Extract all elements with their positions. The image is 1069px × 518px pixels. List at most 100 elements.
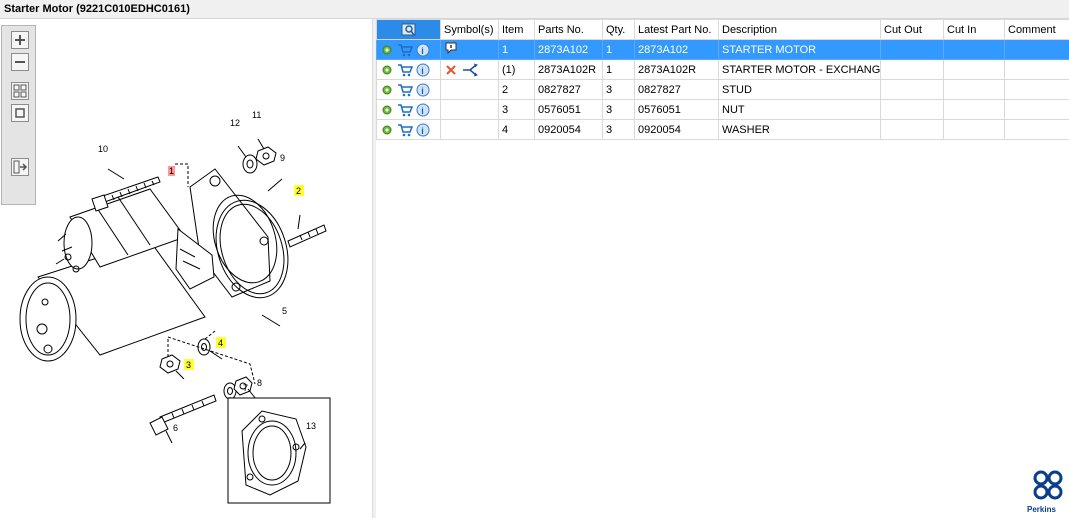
bolt-6 [159,394,217,424]
cell-description: STARTER MOTOR [718,39,881,60]
actual-size-icon [15,108,25,118]
cell-comment [1004,99,1069,120]
cell-item: 3 [498,99,535,120]
brand-name: Perkins [1027,505,1056,514]
cell-cut-out [880,79,944,100]
parts-table: Symbol(s) Item Parts No. Qty. Latest Par… [376,19,1069,140]
zoom-in-button[interactable] [11,31,29,49]
export-icon [13,160,28,174]
cell-cut-in [943,99,1005,120]
table-row[interactable]: i (1) 2873A102R 1 2873A102R STARTER MOTO… [376,59,1069,80]
cell-item: (1) [498,59,535,80]
washer-4 [197,338,211,356]
cell-parts-no: 0827827 [534,79,603,100]
info-icon[interactable]: i [416,103,430,117]
cell-parts-no: 0920054 [534,119,603,140]
header-symbols[interactable]: Symbol(s) [440,19,499,40]
table-row[interactable]: i 1 2873A102 1 2873A102 STARTER MOTOR [376,39,1069,60]
callout-5: 5 [282,306,287,316]
cart-icon[interactable] [397,83,413,97]
exchange-arrow-icon[interactable] [462,63,480,77]
callout-6: 6 [173,423,178,433]
cell-description: WASHER [718,119,881,140]
table-row[interactable]: i 4 0920054 3 0920054 WASHER [376,119,1069,140]
cell-cut-out [880,119,944,140]
cell-description: NUT [718,99,881,120]
stud-2 [287,224,327,248]
cell-cut-out [880,59,944,80]
callout-3: 3 [186,360,191,370]
cell-qty: 3 [602,99,635,120]
cell-latest-part-no: 2873A102R [634,59,719,80]
cart-icon[interactable] [397,123,413,137]
nut-3 [159,354,181,374]
cell-latest-part-no: 0827827 [634,79,719,100]
cell-qty: 3 [602,119,635,140]
cell-comment [1004,59,1069,80]
cross-icon[interactable] [444,63,458,77]
info-icon[interactable]: i [416,43,430,57]
cell-description: STUD [718,79,881,100]
cell-cut-out [880,99,944,120]
callout-4: 4 [218,338,223,348]
cell-cut-in [943,59,1005,80]
cell-cut-out [880,39,944,60]
callout-10: 10 [98,144,108,154]
cell-comment [1004,39,1069,60]
gear-icon[interactable] [380,63,394,77]
cell-item: 1 [498,39,535,60]
gear-icon[interactable] [380,83,394,97]
exploded-diagram[interactable]: 1 2 3 4 5 6 7 8 9 10 11 12 13 [0,19,372,518]
motor-end-cap [19,276,77,362]
svg-text:i: i [421,46,424,56]
header-qty[interactable]: Qty. [602,19,635,40]
svg-text:i: i [421,66,424,76]
header-cut-in[interactable]: Cut In [943,19,1005,40]
cell-parts-no: 2873A102 [534,39,603,60]
cart-icon[interactable] [397,63,413,77]
column-picker-header[interactable] [376,19,441,40]
table-header-row: Symbol(s) Item Parts No. Qty. Latest Par… [376,19,1069,40]
zoom-out-icon [15,61,25,63]
header-description[interactable]: Description [718,19,881,40]
fit-all-button[interactable] [11,82,29,100]
row-actions: i [376,99,441,120]
column-chooser-icon [401,23,415,35]
row-symbols [440,99,499,120]
header-latest-part-no[interactable]: Latest Part No. [634,19,719,40]
diagram-pane[interactable]: 1 2 3 4 5 6 7 8 9 10 11 12 13 [0,19,372,518]
fit-all-icon [13,84,27,98]
row-symbols [440,39,499,60]
callout-11: 11 [252,110,261,120]
header-comment[interactable]: Comment [1004,19,1069,40]
info-icon[interactable]: i [416,83,430,97]
note-bubble-icon[interactable] [444,41,458,55]
table-row[interactable]: i 2 0827827 3 0827827 STUD [376,79,1069,100]
cell-parts-no: 0576051 [534,99,603,120]
cell-comment [1004,119,1069,140]
cart-icon[interactable] [397,43,413,57]
gear-icon[interactable] [380,123,394,137]
table-row[interactable]: i 3 0576051 3 0576051 NUT [376,99,1069,120]
actual-size-button[interactable] [11,104,29,122]
gear-icon[interactable] [380,103,394,117]
header-item[interactable]: Item [498,19,535,40]
row-symbols [440,119,499,140]
cell-parts-no: 2873A102R [534,59,603,80]
cell-qty: 3 [602,79,635,100]
cell-item: 4 [498,119,535,140]
diagram-toolbox [1,25,36,205]
export-button[interactable] [11,158,29,176]
header-parts-no[interactable]: Parts No. [534,19,603,40]
info-icon[interactable]: i [416,63,430,77]
gear-icon[interactable] [380,43,394,57]
header-cut-out[interactable]: Cut Out [880,19,944,40]
cart-icon[interactable] [397,103,413,117]
info-icon[interactable]: i [416,123,430,137]
cell-qty: 1 [602,59,635,80]
cell-latest-part-no: 0576051 [634,99,719,120]
window-title: Starter Motor (9221C010EDHC0161) [4,3,190,15]
zoom-out-button[interactable] [11,53,29,71]
cell-qty: 1 [602,39,635,60]
nut-11 [255,146,277,166]
